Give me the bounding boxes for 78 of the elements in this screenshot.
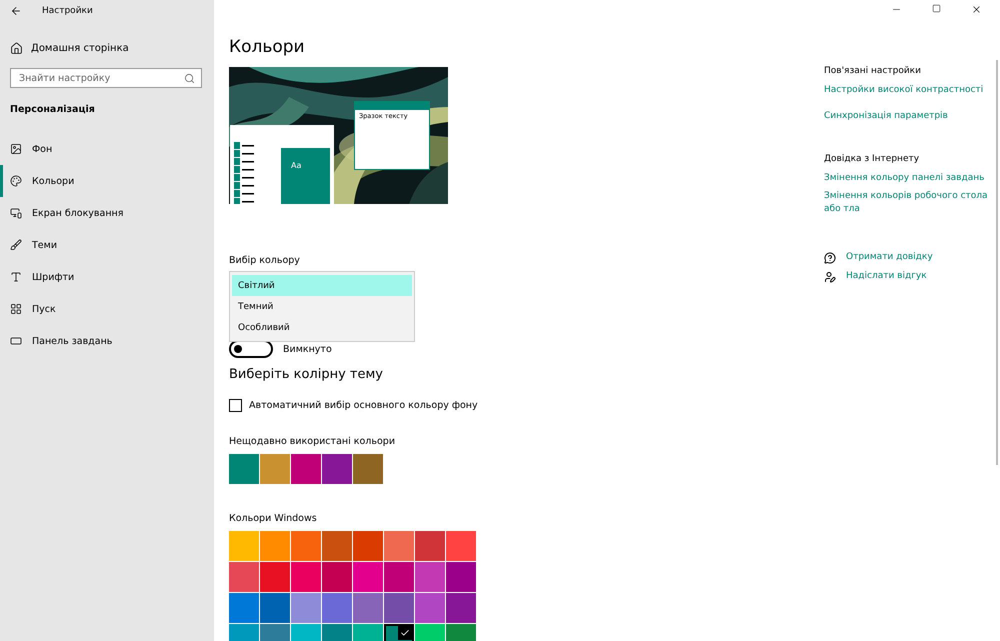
color-swatch[interactable]: [260, 562, 290, 592]
check-icon: [400, 628, 410, 638]
search-field[interactable]: Знайти настройку: [10, 68, 202, 88]
color-swatch[interactable]: [384, 562, 414, 592]
color-swatch[interactable]: [322, 454, 352, 484]
color-swatch[interactable]: [353, 454, 383, 484]
sidebar-item[interactable]: Кольори: [0, 165, 214, 197]
search-input[interactable]: Знайти настройку: [17, 72, 181, 84]
color-swatch[interactable]: [229, 454, 259, 484]
color-swatch[interactable]: [260, 454, 290, 484]
maximize-button[interactable]: [932, 4, 941, 13]
help-link[interactable]: Змінення кольорів робочого стола або тла: [824, 190, 994, 216]
color-swatch[interactable]: [229, 593, 259, 623]
monitor-icon: [10, 207, 22, 219]
help-icon: [824, 252, 836, 264]
support-link[interactable]: Отримати довідку: [846, 251, 933, 264]
sidebar-item[interactable]: Екран блокування: [0, 197, 214, 229]
color-swatch[interactable]: [415, 562, 445, 592]
back-button[interactable]: [10, 5, 22, 17]
color-swatch[interactable]: [229, 562, 259, 592]
brush-icon: [10, 239, 22, 251]
sidebar-item[interactable]: Панель завдань: [0, 325, 214, 357]
home-icon: [10, 42, 23, 54]
color-swatch[interactable]: [415, 531, 445, 561]
color-swatch[interactable]: [353, 593, 383, 623]
sidebar-item[interactable]: Шрифти: [0, 261, 214, 293]
list-drawing: [233, 142, 254, 204]
sidebar-item[interactable]: Фон: [0, 133, 214, 165]
color-swatch[interactable]: [446, 562, 476, 592]
home-link[interactable]: Домашня сторінка: [0, 37, 214, 59]
color-swatch[interactable]: [415, 593, 445, 623]
dropdown-option[interactable]: Темний: [232, 296, 412, 317]
color-swatch[interactable]: [291, 593, 321, 623]
color-swatch[interactable]: [322, 562, 352, 592]
color-swatch[interactable]: [260, 531, 290, 561]
settings-link[interactable]: Синхронізація параметрів: [824, 110, 994, 123]
color-swatch[interactable]: [384, 531, 414, 561]
recent-colors-label: Нещодавно використані кольори: [229, 436, 395, 447]
help-link[interactable]: Змінення кольору панелі завдань: [824, 172, 994, 185]
color-swatch[interactable]: [229, 531, 259, 561]
section-heading: Персоналізація: [10, 104, 96, 115]
dropdown-option[interactable]: Світлий: [232, 275, 412, 296]
window-title: Настройки: [42, 6, 93, 16]
color-swatch[interactable]: [322, 531, 352, 561]
color-mode-label: Вибір кольору: [229, 255, 300, 266]
checkbox-label: Автоматичний вибір основного кольору фону: [249, 400, 478, 411]
sidebar-item[interactable]: Пуск: [0, 293, 214, 325]
grid-icon: [10, 303, 22, 315]
color-swatch[interactable]: [260, 593, 290, 623]
color-swatch[interactable]: [446, 593, 476, 623]
support-link[interactable]: Надіслати відгук: [846, 270, 927, 283]
color-swatch[interactable]: [353, 562, 383, 592]
related-heading: Пов'язані настройки: [824, 66, 922, 76]
scrollbar[interactable]: [996, 60, 998, 465]
dropdown-option[interactable]: Особливий: [232, 317, 412, 338]
help-heading: Довідка з Інтернету: [824, 154, 920, 164]
close-button[interactable]: [971, 4, 982, 15]
page-title: Кольори: [229, 37, 306, 57]
checkbox[interactable]: [229, 399, 242, 412]
font-icon: [10, 271, 22, 283]
color-swatch[interactable]: [291, 531, 321, 561]
sidebar-item[interactable]: Теми: [0, 229, 214, 261]
color-swatch[interactable]: [384, 593, 414, 623]
settings-link[interactable]: Настройки високої контрастності: [824, 84, 994, 97]
color-swatch[interactable]: [446, 531, 476, 561]
palette-icon: [10, 175, 22, 187]
image-icon: [10, 143, 22, 155]
section-heading: Виберіть колірну тему: [229, 367, 384, 382]
toggle-label: Вимкнуто: [283, 344, 332, 354]
person-icon: [824, 270, 836, 282]
windows-colors-label: Кольори Windows: [229, 513, 317, 524]
tile-text: Aa: [291, 161, 302, 170]
search-icon: [184, 72, 195, 84]
color-swatch[interactable]: [322, 593, 352, 623]
taskbar-icon: [10, 335, 22, 347]
color-swatch[interactable]: [291, 562, 321, 592]
color-swatch[interactable]: [291, 454, 321, 484]
color-swatch[interactable]: [353, 531, 383, 561]
